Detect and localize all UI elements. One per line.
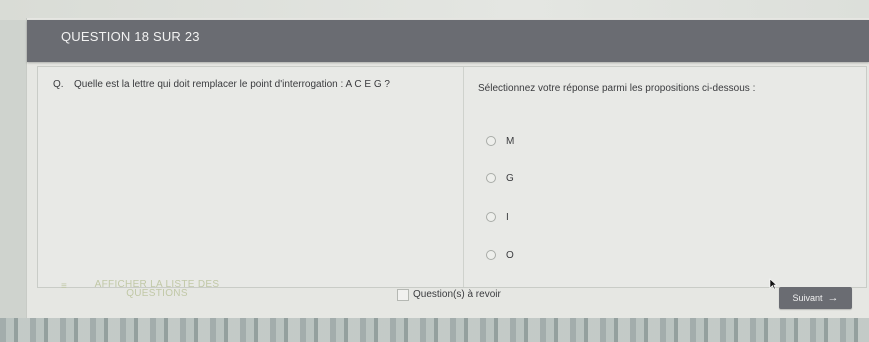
answer-option[interactable]: G — [486, 171, 514, 185]
list-icon: ≡ — [61, 281, 67, 292]
radio-button[interactable] — [486, 250, 496, 260]
answer-option[interactable]: I — [486, 210, 509, 224]
question-header: QUESTION 18 SUR 23 — [27, 20, 869, 62]
arrow-right-icon: → — [827, 292, 839, 304]
answer-option[interactable]: O — [486, 248, 514, 262]
answer-option-label: G — [506, 172, 514, 184]
quiz-panel: QUESTION 18 SUR 23 Q. Quelle est la lett… — [26, 18, 869, 318]
answer-instruction: Sélectionnez votre réponse parmi les pro… — [478, 83, 756, 94]
radio-button[interactable] — [486, 212, 496, 222]
answer-option-label: I — [506, 211, 509, 223]
question-list-link[interactable]: AFFICHER LA LISTE DES QUESTIONS — [77, 280, 237, 299]
question-text: Quelle est la lettre qui doit remplacer … — [74, 79, 390, 90]
review-label: Question(s) à revoir — [413, 289, 501, 300]
radio-button[interactable] — [486, 173, 496, 183]
page-background-bottom — [0, 318, 869, 342]
answer-option[interactable]: M — [486, 134, 514, 148]
next-button[interactable]: Suivant → — [779, 287, 852, 309]
next-button-label: Suivant — [792, 293, 823, 303]
question-counter: QUESTION 18 SUR 23 — [61, 29, 200, 44]
question-label: Q. — [53, 79, 64, 90]
answer-option-label: O — [506, 249, 514, 261]
answer-option-label: M — [506, 135, 515, 147]
content-divider — [463, 67, 464, 287]
question-content: Q. Quelle est la lettre qui doit remplac… — [37, 66, 867, 288]
review-checkbox[interactable] — [397, 289, 409, 301]
pointer-cursor-icon — [769, 278, 777, 290]
radio-button[interactable] — [486, 136, 496, 146]
page-background-top — [0, 0, 869, 20]
